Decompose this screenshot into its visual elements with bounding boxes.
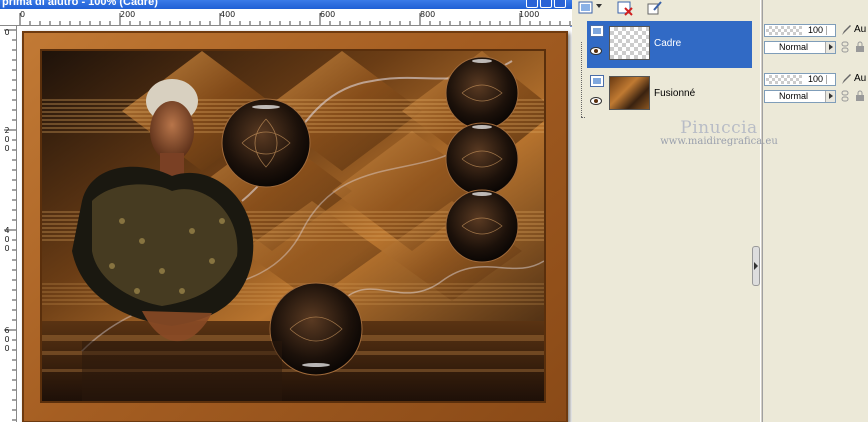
ruler-label: 200 bbox=[120, 10, 136, 19]
lock-icon[interactable] bbox=[854, 90, 866, 102]
palette-collapse-handle[interactable] bbox=[752, 246, 760, 286]
layer-type-icon[interactable] bbox=[577, 0, 595, 16]
opacity-spinner[interactable] bbox=[826, 26, 834, 35]
visibility-eye-icon[interactable] bbox=[590, 97, 602, 105]
watermark-url: www.maidiregrafica.eu bbox=[660, 136, 778, 147]
lock-icon[interactable] bbox=[854, 41, 866, 53]
close-button[interactable] bbox=[554, 0, 566, 8]
opacity-swatch bbox=[766, 26, 802, 35]
blend-mode-select[interactable]: Normal bbox=[764, 90, 836, 103]
opacity-field[interactable]: 100 bbox=[764, 73, 836, 86]
ruler-label: 0 bbox=[4, 28, 10, 37]
layer-group-line bbox=[581, 42, 582, 117]
delete-layer-icon[interactable] bbox=[616, 0, 634, 16]
layer-props-cadre: 100 Au Normal bbox=[764, 24, 868, 62]
minimize-button[interactable] bbox=[526, 0, 538, 8]
vertical-ruler: 0 200 400 600 bbox=[0, 26, 17, 422]
watermark-name: Pinuccia bbox=[680, 118, 758, 138]
chevron-down-icon[interactable] bbox=[596, 4, 602, 8]
artwork-frame bbox=[22, 31, 568, 422]
opacity-swatch bbox=[766, 75, 802, 84]
layer-list: Cadre Fusionné bbox=[577, 21, 752, 422]
blend-mode-value: Normal bbox=[779, 91, 809, 101]
link-icon[interactable] bbox=[840, 41, 850, 53]
edit-layer-icon[interactable] bbox=[646, 0, 664, 16]
ruler-label: 600 bbox=[320, 10, 336, 19]
opacity-value: 100 bbox=[807, 74, 823, 84]
ruler-label: 800 bbox=[420, 10, 436, 19]
document-title: prima di aiutro - 100% (Cadre) bbox=[2, 0, 158, 8]
ruler-label: 400 bbox=[220, 10, 236, 19]
image-canvas[interactable] bbox=[18, 27, 572, 422]
horizontal-ruler-ticks bbox=[19, 13, 571, 25]
opacity-value: 100 bbox=[807, 25, 823, 35]
raster-layer-icon bbox=[590, 75, 604, 87]
blend-mode-value: Normal bbox=[779, 42, 809, 52]
layer-row-fusionne[interactable]: Fusionné bbox=[587, 71, 752, 118]
horizontal-ruler: 0 200 400 600 800 1000 bbox=[0, 9, 572, 26]
layer-name[interactable]: Cadre bbox=[654, 38, 681, 49]
layer-name[interactable]: Fusionné bbox=[654, 88, 695, 99]
visibility-eye-icon[interactable] bbox=[590, 47, 602, 55]
layer-props-fusionne: 100 Au Normal bbox=[764, 73, 868, 111]
layer-group-tick bbox=[581, 117, 585, 118]
opacity-field[interactable]: 100 bbox=[764, 24, 836, 37]
watermark: Pinuccia www.maidiregrafica.eu bbox=[658, 118, 780, 147]
layer-aux-label: Au bbox=[854, 73, 867, 84]
ruler-label: 400 bbox=[4, 226, 10, 253]
layer-thumbnail bbox=[609, 76, 650, 110]
document-window: prima di aiutro - 100% (Cadre) 0 200 400… bbox=[0, 0, 572, 422]
ruler-label: 1000 bbox=[519, 10, 540, 19]
layer-thumbnail bbox=[609, 26, 650, 60]
layers-toolbar bbox=[574, 0, 868, 18]
link-icon[interactable] bbox=[840, 90, 850, 102]
ruler-label: 600 bbox=[4, 326, 10, 353]
ruler-label: 0 bbox=[20, 10, 26, 19]
chevron-right-icon[interactable] bbox=[825, 42, 835, 53]
layer-row-cadre[interactable]: Cadre bbox=[587, 21, 752, 68]
brush-icon[interactable] bbox=[840, 24, 852, 36]
ruler-label: 200 bbox=[4, 126, 10, 153]
brush-icon[interactable] bbox=[840, 73, 852, 85]
artwork-image bbox=[42, 51, 544, 401]
opacity-spinner[interactable] bbox=[826, 75, 834, 84]
palette-splitter[interactable] bbox=[760, 0, 763, 422]
maximize-button[interactable] bbox=[540, 0, 552, 8]
document-title-bar[interactable]: prima di aiutro - 100% (Cadre) bbox=[0, 0, 572, 9]
layer-aux-label: Au bbox=[854, 24, 867, 35]
layers-palette: Cadre Fusionné 100 Au Normal 100 Au Norm… bbox=[574, 0, 868, 422]
raster-layer-icon bbox=[590, 25, 604, 37]
artwork-illustration bbox=[42, 51, 544, 401]
vertical-ruler-ticks bbox=[4, 29, 16, 421]
chevron-right-icon[interactable] bbox=[825, 91, 835, 102]
blend-mode-select[interactable]: Normal bbox=[764, 41, 836, 54]
